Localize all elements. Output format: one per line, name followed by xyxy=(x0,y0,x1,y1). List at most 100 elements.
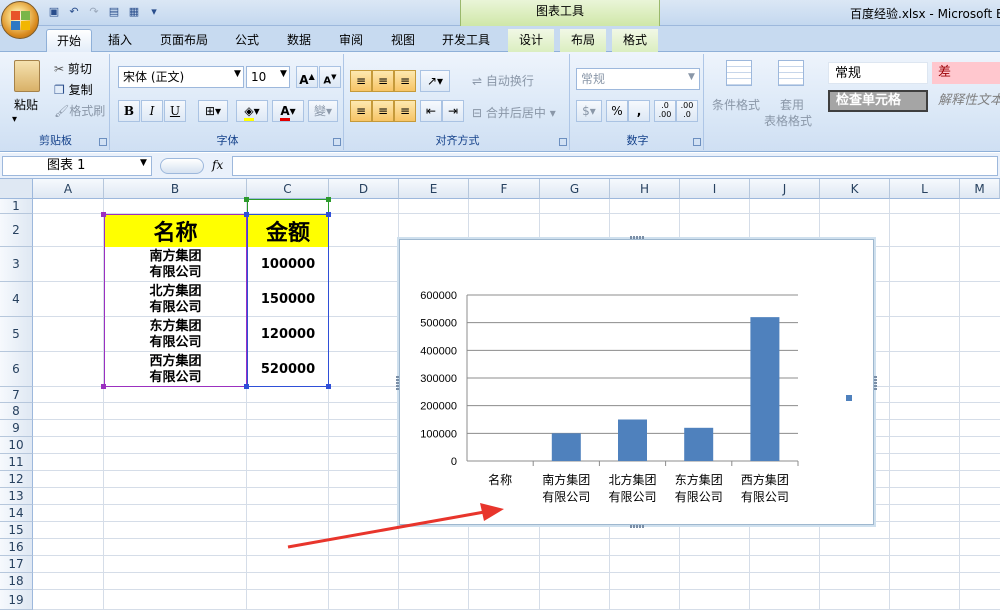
paste-button[interactable]: 粘贴 xyxy=(14,96,38,113)
row-header[interactable]: 15 xyxy=(0,522,33,539)
paste-dropdown-icon[interactable]: ▾ xyxy=(12,114,17,125)
row-header[interactable]: 6 xyxy=(0,352,33,387)
row-header[interactable]: 8 xyxy=(0,403,33,420)
orientation-icon[interactable]: ↗▾ xyxy=(420,70,450,92)
row-header[interactable]: 12 xyxy=(0,471,33,488)
table-format-button-line1[interactable]: 套用 xyxy=(780,96,804,113)
clipboard-launcher-icon[interactable] xyxy=(99,138,107,146)
range-handle[interactable] xyxy=(326,384,331,389)
align-bottom-icon[interactable]: ≡ xyxy=(394,70,416,92)
column-header[interactable]: C xyxy=(247,179,329,199)
name-box[interactable]: 图表 1 xyxy=(2,156,152,176)
row-header[interactable]: 1 xyxy=(0,199,33,214)
chart-resize-handle[interactable] xyxy=(874,376,877,390)
paste-icon[interactable] xyxy=(14,60,40,92)
range-handle[interactable] xyxy=(244,212,249,217)
font-name-dropdown-icon[interactable]: ▼ xyxy=(234,69,241,79)
row-header[interactable]: 14 xyxy=(0,505,33,522)
chart-resize-handle[interactable] xyxy=(630,236,644,239)
merge-center-button[interactable]: ⊟ 合并后居中 ▾ xyxy=(472,104,556,121)
increase-decimal-button[interactable]: .0 .00 xyxy=(654,100,676,122)
format-painter-button[interactable]: 🖌格式刷 xyxy=(54,102,105,119)
chart-resize-handle[interactable] xyxy=(630,525,644,528)
save-icon[interactable]: ▣ xyxy=(46,4,62,20)
row-header[interactable]: 11 xyxy=(0,454,33,471)
accounting-format-icon[interactable]: $▾ xyxy=(576,100,602,122)
style-check-cell[interactable]: 检查单元格 xyxy=(828,90,928,112)
range-handle[interactable] xyxy=(101,384,106,389)
tab-home[interactable]: 开始 xyxy=(46,29,92,52)
conditional-format-button[interactable]: 条件格式 xyxy=(712,96,760,113)
undo-icon[interactable]: ↶ xyxy=(66,4,82,20)
tab-view[interactable]: 视图 xyxy=(381,29,425,52)
range-handle[interactable] xyxy=(326,197,331,202)
fill-color-icon[interactable]: ◈▾ xyxy=(236,100,268,122)
column-header[interactable]: I xyxy=(680,179,750,199)
row-header[interactable]: 16 xyxy=(0,539,33,556)
row-header[interactable]: 18 xyxy=(0,573,33,590)
tab-developer[interactable]: 开发工具 xyxy=(433,29,499,52)
redo-icon[interactable]: ↷ xyxy=(86,4,102,20)
font-size-dropdown-icon[interactable]: ▼ xyxy=(280,69,287,79)
cut-button[interactable]: ✂ 剪切 xyxy=(54,60,92,77)
column-header[interactable]: A xyxy=(33,179,104,199)
range-handle[interactable] xyxy=(101,212,106,217)
shrink-font-icon[interactable]: A▼ xyxy=(319,66,341,88)
style-bad[interactable]: 差 xyxy=(932,62,1000,84)
column-header[interactable]: D xyxy=(329,179,399,199)
decrease-indent-icon[interactable]: ⇤ xyxy=(420,100,442,122)
grow-font-icon[interactable]: A▲ xyxy=(296,66,318,88)
tab-data[interactable]: 数据 xyxy=(277,29,321,52)
formula-bar-splitter[interactable] xyxy=(160,158,204,174)
insert-function-icon[interactable]: fx xyxy=(212,158,223,172)
customize-qat-icon[interactable]: ▾ xyxy=(146,4,162,20)
chart-resize-handle[interactable] xyxy=(396,376,399,390)
font-name-select[interactable]: 宋体 (正文) xyxy=(118,66,244,88)
column-header[interactable]: M xyxy=(960,179,1000,199)
italic-button[interactable]: I xyxy=(141,100,163,122)
tab-format[interactable]: 格式 xyxy=(612,29,658,52)
office-button[interactable] xyxy=(1,1,39,39)
tab-insert[interactable]: 插入 xyxy=(98,29,142,52)
tab-formulas[interactable]: 公式 xyxy=(225,29,269,52)
table-format-icon[interactable] xyxy=(778,60,804,86)
increase-indent-icon[interactable]: ⇥ xyxy=(442,100,464,122)
column-header[interactable]: F xyxy=(469,179,540,199)
tab-layout[interactable]: 布局 xyxy=(560,29,606,52)
underline-button[interactable]: U xyxy=(164,100,186,122)
row-header[interactable]: 17 xyxy=(0,556,33,573)
alignment-launcher-icon[interactable] xyxy=(559,138,567,146)
percent-button[interactable]: % xyxy=(606,100,628,122)
style-explanatory[interactable]: 解释性文本 xyxy=(932,90,1000,112)
decrease-decimal-button[interactable]: .00 .0 xyxy=(676,100,698,122)
align-middle-icon[interactable]: ≡ xyxy=(372,70,394,92)
conditional-format-icon[interactable] xyxy=(726,60,752,86)
column-header[interactable]: K xyxy=(820,179,890,199)
column-header[interactable]: G xyxy=(540,179,610,199)
row-header[interactable]: 10 xyxy=(0,437,33,454)
align-right-icon[interactable]: ≡ xyxy=(394,100,416,122)
row-header[interactable]: 9 xyxy=(0,420,33,437)
bold-button[interactable]: B xyxy=(118,100,140,122)
row-header[interactable]: 2 xyxy=(0,214,33,247)
tab-review[interactable]: 审阅 xyxy=(329,29,373,52)
column-header[interactable]: B xyxy=(104,179,247,199)
formula-input[interactable] xyxy=(232,156,998,176)
copy-button[interactable]: ❐ 复制 xyxy=(54,81,93,98)
font-color-icon[interactable]: A▾ xyxy=(272,100,304,122)
embedded-chart[interactable]: 0 100000 200000 300000 400000 500000 600000 名称 南… xyxy=(396,236,877,528)
align-center-icon[interactable]: ≡ xyxy=(372,100,394,122)
comma-button[interactable]: , xyxy=(628,100,650,122)
number-format-dropdown-icon[interactable]: ▼ xyxy=(688,72,695,82)
select-all-corner[interactable] xyxy=(0,179,33,199)
row-header[interactable]: 3 xyxy=(0,247,33,282)
borders-icon[interactable]: ⊞▾ xyxy=(198,100,228,122)
column-header[interactable]: H xyxy=(610,179,680,199)
align-left-icon[interactable]: ≡ xyxy=(350,100,372,122)
style-normal[interactable]: 常规 xyxy=(828,62,928,84)
tab-design[interactable]: 设计 xyxy=(508,29,554,52)
column-header[interactable]: L xyxy=(890,179,960,199)
range-handle[interactable] xyxy=(244,384,249,389)
name-box-dropdown-icon[interactable]: ▼ xyxy=(140,158,147,168)
font-launcher-icon[interactable] xyxy=(333,138,341,146)
